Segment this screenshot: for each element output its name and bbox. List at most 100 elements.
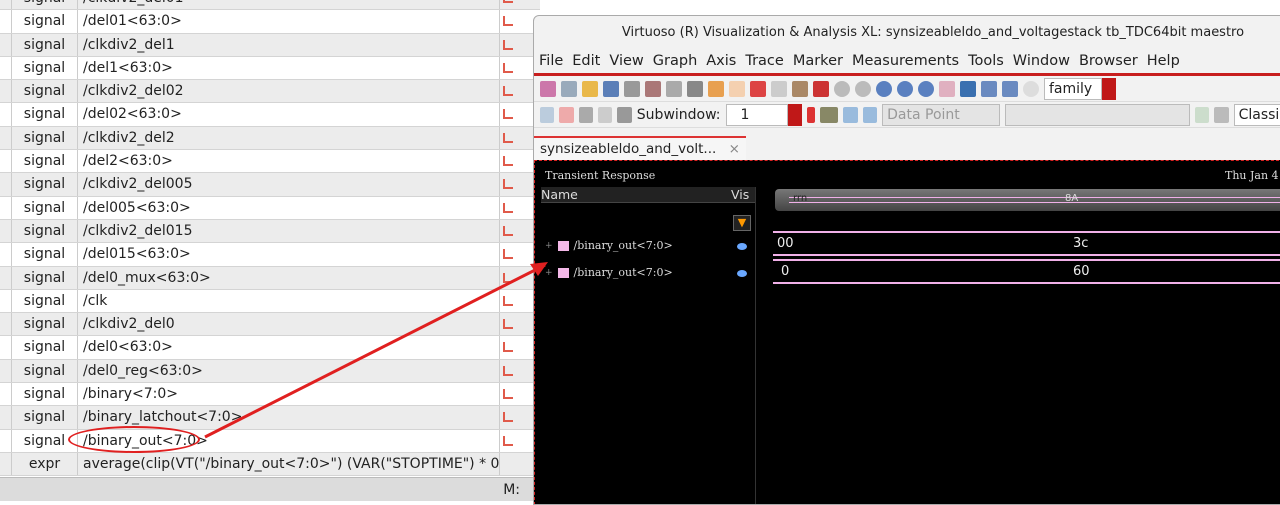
split-icon[interactable] [598,106,613,123]
fit-icon[interactable] [960,80,976,97]
snapshot-icon[interactable] [645,80,661,97]
table-row[interactable]: signal/clkdiv2_del01 [0,0,540,11]
table-row[interactable]: signal/binary_latchout<7:0> [0,406,540,430]
pan-icon[interactable] [939,80,955,97]
row-name[interactable]: /del2<63:0> [78,150,500,173]
table-row[interactable]: signal/clkdiv2_del005 [0,173,540,197]
subwindow-icon[interactable] [561,80,577,97]
plot-icon[interactable] [503,319,513,330]
zoom-y-icon[interactable] [918,80,934,97]
zoom-forward-icon[interactable] [855,80,871,97]
tab-close-button[interactable]: × [729,141,740,157]
next-icon[interactable] [862,106,878,123]
grid-icon[interactable] [617,106,632,123]
compare-icon[interactable] [666,80,682,97]
row-name[interactable]: /clkdiv2_del2 [78,126,500,150]
magnifier-icon[interactable] [1023,80,1039,97]
table-row[interactable]: signal/del005<63:0> [0,196,540,220]
plot-icon[interactable] [503,156,513,167]
table-row[interactable]: signal/clkdiv2_del2 [0,126,540,151]
new-window-icon[interactable] [540,80,556,97]
waveform-plot[interactable]: Transient Response Thu Jan 4 2 Name Vis … [534,160,1280,504]
plot-icon[interactable] [503,0,513,3]
data-point-select[interactable]: Data Point [882,103,1000,126]
zoom-x-icon[interactable] [897,80,913,97]
info-icon[interactable] [820,106,839,123]
subwindow-select[interactable]: 1 [725,103,802,126]
plot-icon[interactable] [503,16,513,27]
menu-view[interactable]: View [609,53,643,69]
row-name[interactable]: /del01<63:0> [78,10,500,33]
save-icon[interactable] [603,80,619,97]
table-row[interactable]: signal/del015<63:0> [0,243,540,267]
table-row[interactable]: signal/del01<63:0> [0,10,540,34]
plot-icon[interactable] [503,412,513,423]
plot-icon[interactable] [503,109,513,120]
paste-icon[interactable] [792,80,808,97]
row-name[interactable]: /clkdiv2_del1 [78,33,500,56]
row-name[interactable]: /clkdiv2_del0 [78,313,500,336]
table-row[interactable]: signal/del0_reg<63:0> [0,359,540,384]
table-row[interactable]: signal/del2<63:0> [0,150,540,174]
menu-browser[interactable]: Browser [1079,53,1138,69]
trace-row[interactable]: +/binary_out<7:0> [545,239,673,252]
zoom-back-icon[interactable] [834,80,850,97]
zoom-region-icon[interactable] [981,80,997,97]
visibility-eye-icon[interactable] [737,243,747,250]
zoom-region2-icon[interactable] [1002,80,1018,97]
plot-icon[interactable] [503,342,513,353]
open-icon[interactable] [582,80,598,97]
plot-icon[interactable] [503,179,513,190]
plot-icon[interactable] [503,132,513,143]
expand-icon[interactable]: + [545,241,553,251]
menu-measurements[interactable]: Measurements [852,53,959,69]
print-icon[interactable] [624,80,640,97]
redo-icon[interactable] [729,80,745,97]
cards-icon[interactable] [559,106,574,123]
table-row[interactable]: signal/del0_mux<63:0> [0,266,540,290]
delete-icon[interactable] [813,80,829,97]
table-row[interactable]: signal/clkdiv2_del0 [0,313,540,337]
menu-trace[interactable]: Trace [745,53,783,69]
family-select[interactable]: family [1044,77,1116,100]
flag-icon[interactable] [806,106,816,123]
data-point-value[interactable] [1004,103,1190,126]
wand-icon[interactable] [540,106,555,123]
table-row[interactable]: signal/del02<63:0> [0,103,540,127]
row-name[interactable]: /del0<63:0> [78,336,500,359]
plot-icon[interactable] [503,272,513,283]
cut-icon[interactable] [750,80,766,97]
bus-trace[interactable]: 0 60 [773,259,1280,284]
mode-select[interactable]: Classic [1233,103,1280,126]
row-name[interactable]: average(clip(VT("/binary_out<7:0>") (VAR… [78,452,500,476]
row-name[interactable]: /del0_mux<63:0> [78,266,500,289]
row-name[interactable]: /del1<63:0> [78,56,500,80]
row-name[interactable]: /clkdiv2_del01 [78,0,500,10]
plot-icon[interactable] [503,86,513,97]
table-row[interactable]: signal/clkdiv2_del015 [0,219,540,244]
menu-marker[interactable]: Marker [793,53,843,69]
row-name[interactable]: /del005<63:0> [78,196,500,219]
menu-window[interactable]: Window [1013,53,1070,69]
menu-graph[interactable]: Graph [653,53,697,69]
table-row[interactable]: signal/binary<7:0> [0,383,540,407]
undo-icon[interactable] [708,80,724,97]
table-row[interactable]: signal/del1<63:0> [0,56,540,81]
filter-icon[interactable]: ▼ [733,215,751,231]
menu-edit[interactable]: Edit [572,53,600,69]
bus-trace[interactable]: 00 3c [773,231,1280,256]
plot-icon[interactable] [503,389,513,400]
plot-icon[interactable] [503,62,513,73]
bar-chart-icon[interactable] [1194,106,1210,123]
row-name[interactable]: /clkdiv2_del005 [78,173,500,196]
row-name[interactable]: /clk [78,289,500,313]
overview-scrollbar[interactable]: rrn 8A [775,189,1280,211]
plot-icon[interactable] [503,295,513,306]
stack-icon[interactable] [578,106,594,123]
expand-icon[interactable]: + [545,268,553,278]
plot-icon[interactable] [503,225,513,236]
row-name[interactable]: /del02<63:0> [78,103,500,126]
table-row[interactable]: signal/clkdiv2_del1 [0,33,540,57]
prev-icon[interactable] [843,106,858,123]
zoom-in-icon[interactable] [876,80,892,97]
